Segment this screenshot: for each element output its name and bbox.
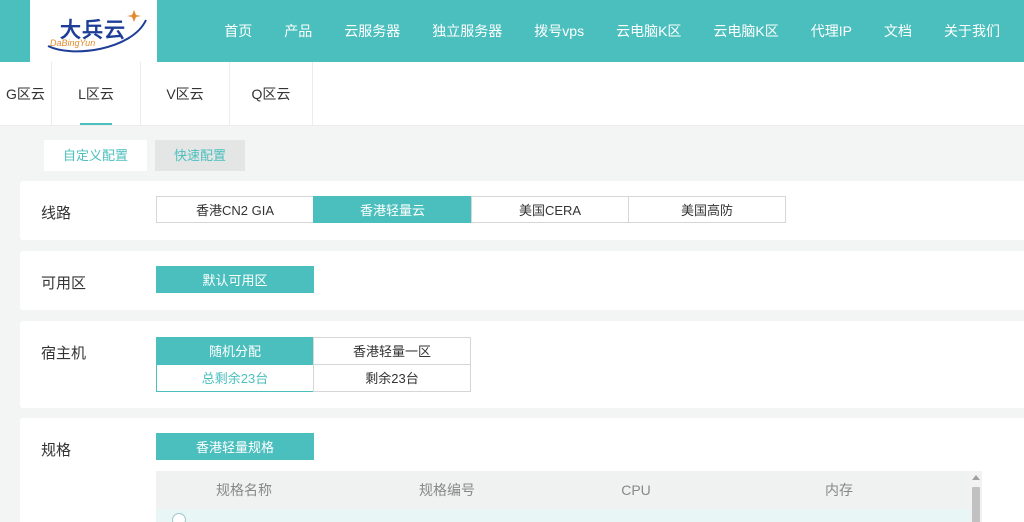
col-cpu[interactable]: CPU — [606, 471, 666, 509]
nav-cloud-pc-k-2[interactable]: 云电脑K区 — [713, 21, 778, 41]
scroll-up-icon[interactable] — [972, 475, 980, 480]
line-option-us-ddos[interactable]: 美国高防 — [628, 196, 786, 223]
zone-tabs: G区云 L区云 V区云 Q区云 — [0, 62, 1024, 126]
col-spec-id[interactable]: 规格编号 — [399, 471, 495, 509]
main-nav: 首页 产品 云服务器 独立服务器 拨号vps 云电脑K区 云电脑K区 代理IP … — [224, 0, 1000, 62]
line-option-hk-cn2-gia[interactable]: 香港CN2 GIA — [156, 196, 314, 223]
nav-cloud-pc-k-1[interactable]: 云电脑K区 — [616, 21, 681, 41]
line-label: 线路 — [41, 205, 72, 222]
nav-products[interactable]: 产品 — [284, 21, 312, 41]
logo-subtext: DaBingYun — [50, 38, 96, 48]
line-panel: 线路 香港CN2 GIA 香港轻量云 美国CERA 美国高防 — [20, 181, 1024, 240]
host-remaining-total[interactable]: 总剩余23台 — [156, 364, 314, 392]
host-option-random[interactable]: 随机分配 — [156, 337, 314, 365]
tab-g-zone[interactable]: G区云 — [0, 62, 52, 125]
nav-proxy-ip[interactable]: 代理IP — [811, 21, 852, 41]
spec-panel: 规格 香港轻量规格 规格名称 规格编号 CPU 内存 — [20, 418, 1024, 522]
spec-table-header: 规格名称 规格编号 CPU 内存 — [156, 471, 982, 509]
tab-label: G区云 — [6, 86, 45, 102]
spec-label: 规格 — [41, 442, 72, 459]
spec-radio[interactable] — [172, 513, 186, 522]
host-option-hk-zone-1[interactable]: 香港轻量一区 — [313, 337, 471, 365]
line-options: 香港CN2 GIA 香港轻量云 美国CERA 美国高防 — [156, 196, 786, 223]
host-remaining-zone-1[interactable]: 剩余23台 — [313, 364, 471, 392]
custom-config-button[interactable]: 自定义配置 — [44, 140, 147, 171]
tab-q-zone[interactable]: Q区云 — [230, 62, 313, 125]
line-option-us-cera[interactable]: 美国CERA — [471, 196, 629, 223]
spec-group-options: 香港轻量规格 — [156, 433, 314, 460]
line-option-hk-lightweight[interactable]: 香港轻量云 — [313, 196, 472, 223]
col-spec-name[interactable]: 规格名称 — [196, 471, 292, 509]
table-row[interactable] — [156, 509, 971, 522]
tab-l-zone[interactable]: L区云 — [52, 62, 141, 125]
zone-options: 默认可用区 — [156, 266, 314, 293]
host-panel: 宿主机 随机分配 香港轻量一区 总剩余23台 剩余23台 — [20, 321, 1024, 408]
col-memory[interactable]: 内存 — [809, 471, 869, 509]
nav-about[interactable]: 关于我们 — [944, 21, 1000, 41]
spec-group-hk-lightweight[interactable]: 香港轻量规格 — [156, 433, 314, 460]
table-scrollbar[interactable] — [970, 471, 982, 522]
nav-dedicated-server[interactable]: 独立服务器 — [432, 21, 502, 41]
nav-dialup-vps[interactable]: 拨号vps — [534, 21, 584, 41]
nav-docs[interactable]: 文档 — [884, 21, 912, 41]
host-label: 宿主机 — [41, 345, 87, 362]
scroll-thumb[interactable] — [972, 487, 980, 522]
availability-zone-panel: 可用区 默认可用区 — [20, 251, 1024, 310]
nav-cloud-server[interactable]: 云服务器 — [344, 21, 400, 41]
logo[interactable]: 大兵云 DaBingYun — [30, 0, 157, 62]
active-tab-indicator — [80, 123, 112, 125]
top-header: 大兵云 DaBingYun 首页 产品 云服务器 独立服务器 拨号vps 云电脑… — [0, 0, 1024, 62]
zone-option-default[interactable]: 默认可用区 — [156, 266, 314, 293]
zone-label: 可用区 — [41, 275, 87, 292]
tab-label: Q区云 — [251, 86, 291, 102]
nav-home[interactable]: 首页 — [224, 21, 252, 41]
tab-label: V区云 — [166, 86, 204, 102]
tab-v-zone[interactable]: V区云 — [141, 62, 230, 125]
tab-label: L区云 — [78, 86, 114, 102]
quick-config-button[interactable]: 快速配置 — [155, 140, 245, 171]
